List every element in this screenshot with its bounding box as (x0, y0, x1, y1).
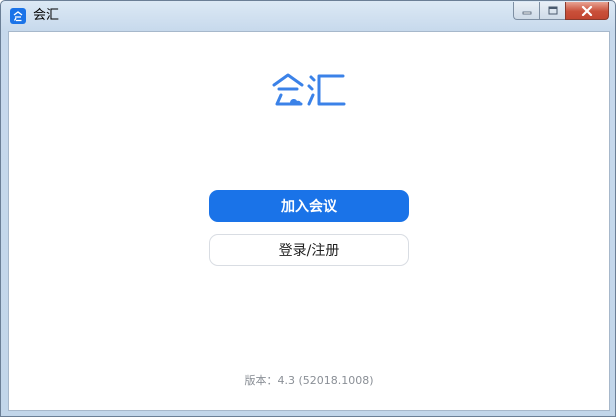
login-register-button[interactable]: 登录/注册 (209, 234, 409, 266)
title-bar[interactable]: 会汇 (1, 1, 615, 31)
huihui-logo-icon (272, 73, 346, 106)
window-controls (513, 2, 609, 22)
close-icon (581, 5, 593, 16)
minimize-button[interactable] (513, 2, 539, 20)
maximize-button[interactable] (539, 2, 565, 20)
close-button[interactable] (565, 2, 609, 20)
window-title: 会汇 (33, 8, 60, 23)
minimize-icon (522, 11, 531, 14)
app-logo-icon (10, 8, 26, 24)
maximize-icon (548, 6, 557, 15)
join-meeting-button[interactable]: 加入会议 (209, 190, 409, 222)
app-window: 会汇 加入会议 登录/注册 版本：4.3 (52018.1008) (0, 0, 616, 417)
main-panel: 加入会议 登录/注册 版本：4.3 (52018.1008) (8, 31, 610, 411)
version-label: 版本：4.3 (52018.1008) (244, 374, 374, 387)
